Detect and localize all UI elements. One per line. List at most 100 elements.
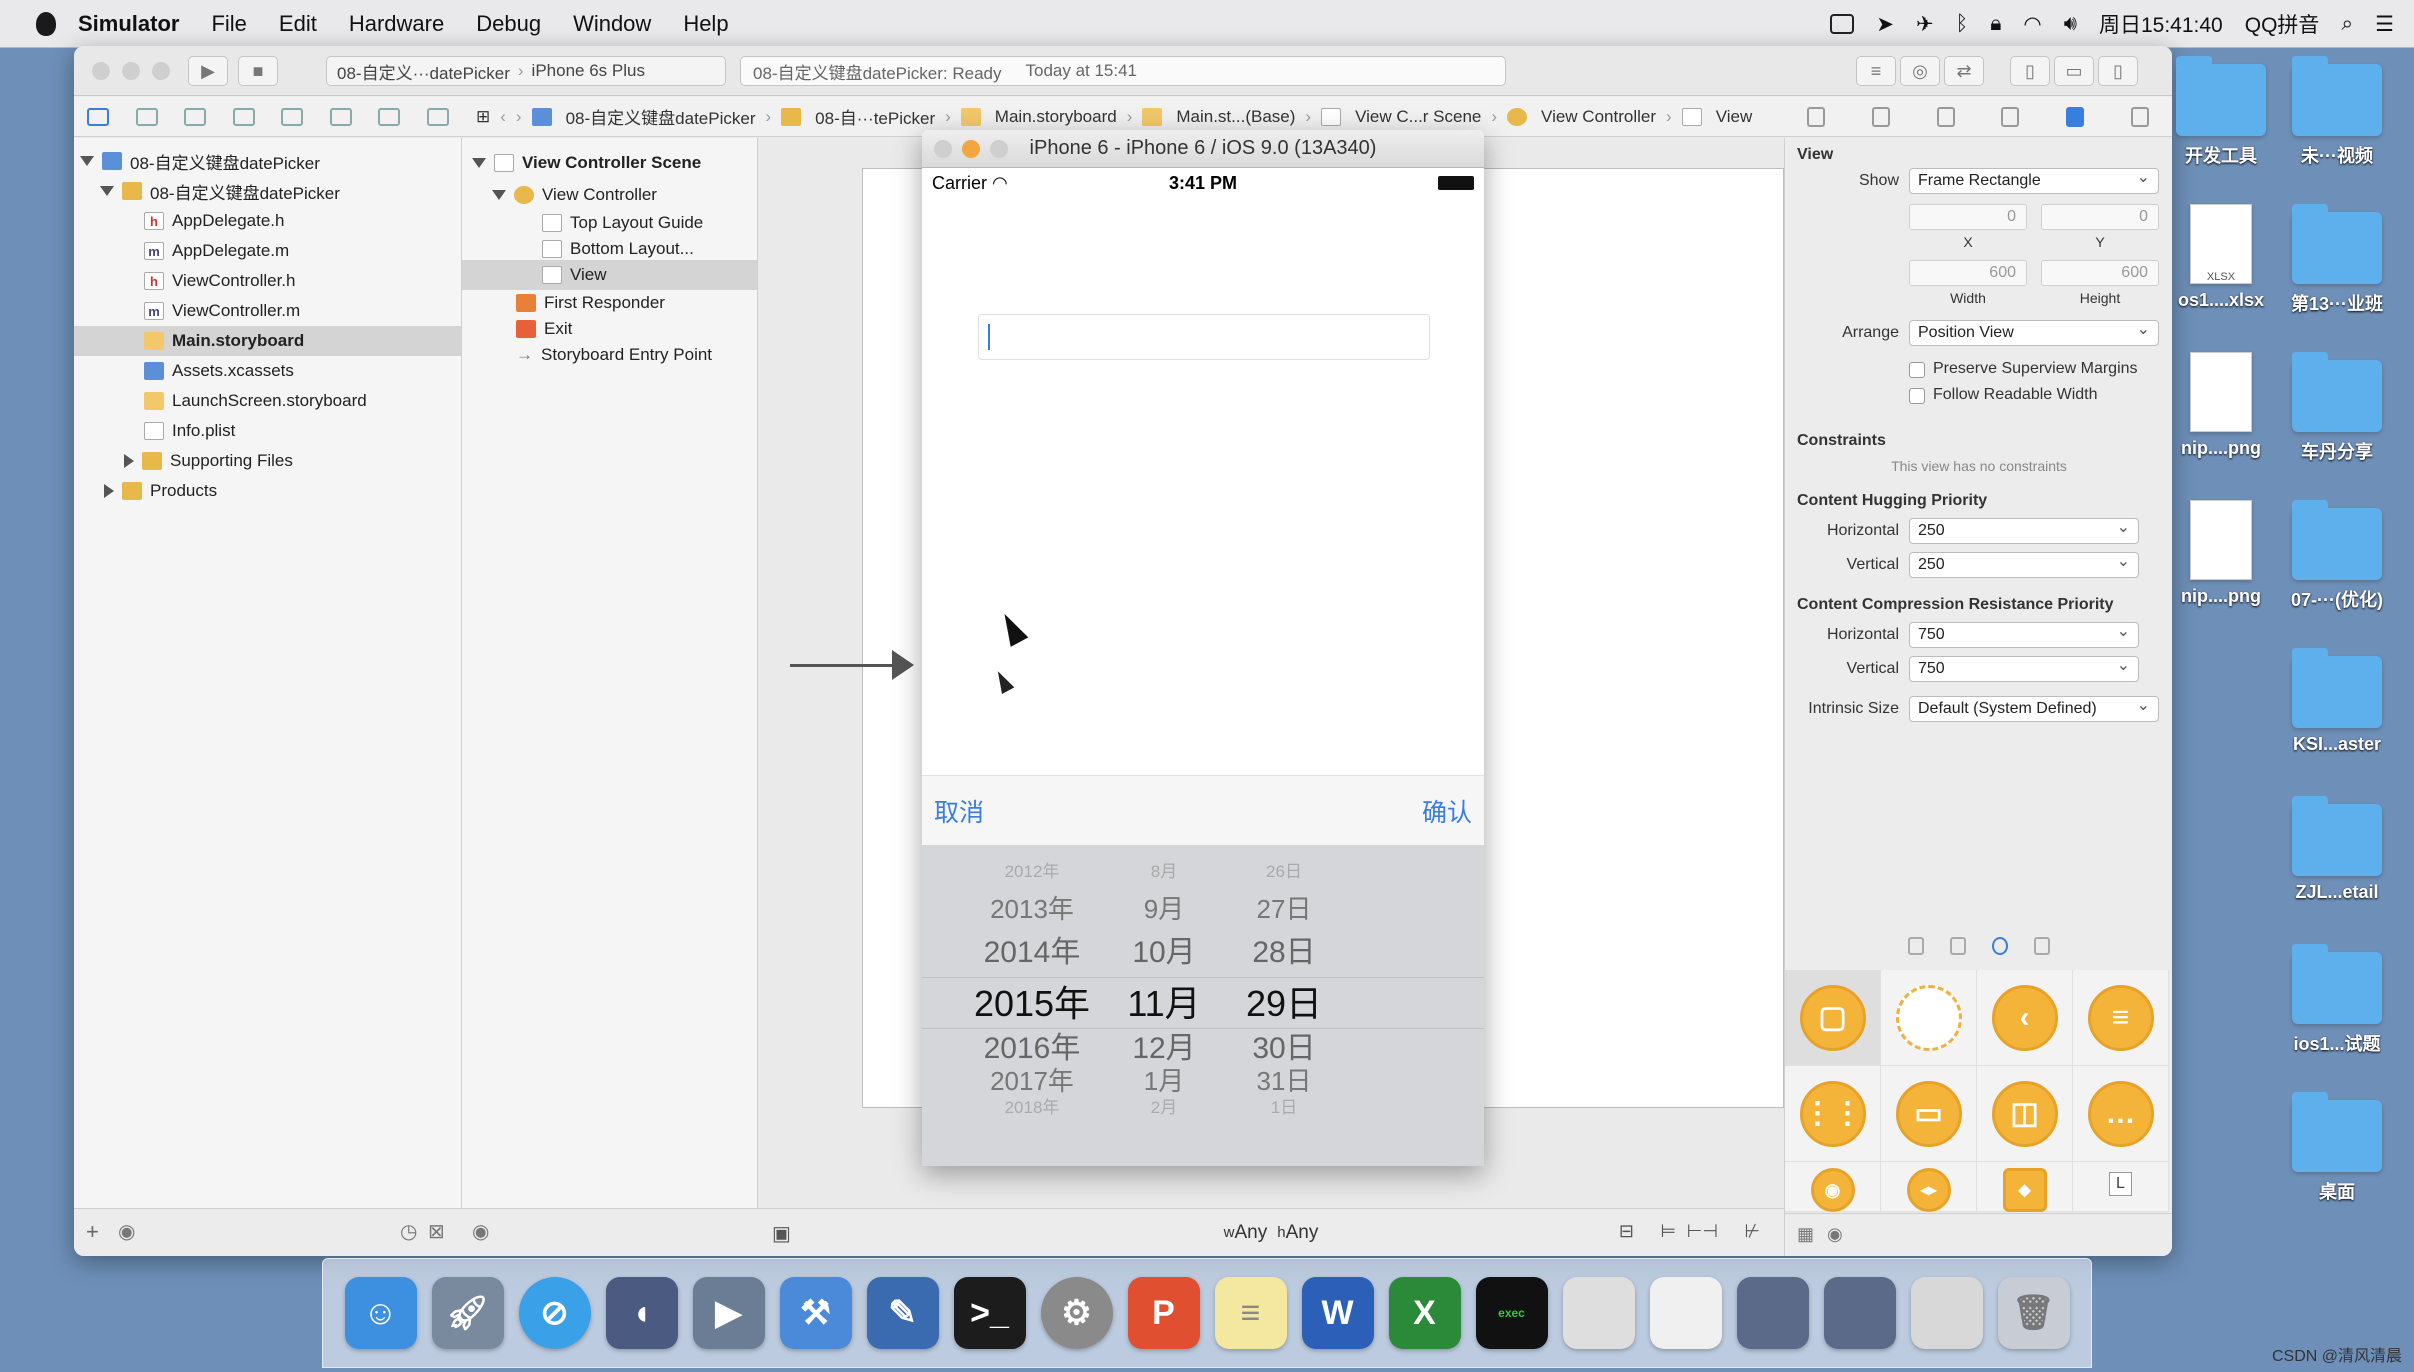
picker-item[interactable]: 2012年 [962, 857, 1102, 882]
version-editor-button[interactable]: ⇄ [1944, 56, 1984, 86]
xcode-icon[interactable]: ⚒ [779, 1277, 852, 1349]
toggle-navigator-button[interactable]: ▯ [2010, 56, 2050, 86]
desktop-folder[interactable]: 桌面 [2272, 1092, 2402, 1204]
desktop-folder[interactable]: ios1...试题 [2272, 944, 2402, 1056]
width-field[interactable]: 600 [1909, 260, 2027, 286]
picker-item[interactable]: 1日 [1226, 1093, 1342, 1118]
breadcrumb-controller[interactable]: View Controller [1507, 107, 1656, 127]
picker-item[interactable]: 27日 [1226, 889, 1342, 926]
hugging-horizontal-popup[interactable]: 250 [1909, 517, 2139, 544]
breadcrumb-storyboard[interactable]: Main.storyboard [960, 107, 1117, 127]
disclosure-closed-icon[interactable] [104, 484, 114, 498]
code-snippet-library-icon[interactable] [1950, 937, 1966, 955]
picker-item-selected[interactable]: 11月 [1106, 975, 1222, 1027]
library-item-page-view-controller[interactable]: … [2073, 1066, 2169, 1162]
tree-row-file[interactable]: h AppDelegate.h [144, 206, 284, 236]
compression-vertical-popup[interactable]: 750 [1909, 655, 2139, 682]
library-item-glkit-view-controller[interactable]: ◉ [1785, 1162, 1881, 1212]
word-icon[interactable]: W [1301, 1277, 1374, 1349]
library-item-label[interactable]: L [2073, 1162, 2169, 1212]
find-navigator-tab-icon[interactable] [184, 107, 207, 126]
x-field[interactable]: 0 [1909, 204, 2027, 230]
file-inspector-tab-icon[interactable] [1807, 106, 1826, 127]
stack-icon[interactable]: ⊟ [1619, 1221, 1634, 1242]
connections-inspector-tab-icon[interactable] [2130, 106, 2149, 127]
outline-view-selected[interactable]: View [462, 260, 757, 290]
tree-row-file[interactable]: m ViewController.m [144, 296, 300, 326]
breadcrumb-base[interactable]: Main.st...(Base) [1142, 107, 1295, 127]
menu-help[interactable]: Help [683, 11, 728, 37]
run-button[interactable]: ▶ [188, 56, 228, 86]
text-document-icon[interactable] [1649, 1277, 1722, 1349]
tree-row-group[interactable]: 08-自定义键盘datePicker [100, 176, 340, 206]
hugging-vertical-popup[interactable]: 250 [1909, 551, 2139, 578]
disclosure-open-icon[interactable] [100, 186, 114, 196]
picker-item[interactable]: 2018年 [962, 1093, 1102, 1118]
screenshot-folder-icon[interactable] [1736, 1277, 1809, 1349]
scheme-selector[interactable]: 08-自定义···datePicker › iPhone 6s Plus [326, 56, 726, 86]
desktop-folder[interactable]: KSI...aster [2272, 648, 2402, 755]
tree-row-file[interactable]: m AppDelegate.m [144, 236, 289, 266]
tree-row-file[interactable]: Info.plist [144, 416, 235, 446]
tree-row-file[interactable]: Assets.xcassets [144, 356, 294, 386]
library-item-object[interactable]: ◆ [1977, 1162, 2073, 1212]
quick-help-tab-icon[interactable] [1871, 106, 1890, 127]
launchpad-icon[interactable]: 🚀︎ [431, 1277, 504, 1349]
forward-icon[interactable]: › [516, 107, 522, 127]
desktop-folder[interactable]: 车丹分享 [2272, 352, 2402, 464]
project-navigator-tab-icon[interactable] [87, 107, 110, 126]
wifi-icon[interactable]: ◠ [2023, 12, 2041, 37]
close-window-button[interactable] [92, 62, 110, 80]
library-item-table-view-controller[interactable]: ≡ [2073, 970, 2169, 1066]
zoom-window-button[interactable] [152, 62, 170, 80]
picker-column-month[interactable]: 8月 9月 10月 11月 12月 1月 2月 [1106, 845, 1222, 1166]
recent-files-icon[interactable]: ◷ [400, 1219, 417, 1244]
notes-icon[interactable]: ≡ [1214, 1277, 1287, 1349]
preview-document-icon[interactable] [1562, 1277, 1635, 1349]
picker-item-selected[interactable]: 29日 [1226, 975, 1342, 1027]
height-field[interactable]: 600 [2041, 260, 2159, 286]
debug-navigator-tab-icon[interactable] [329, 107, 352, 126]
desktop-file[interactable]: XLSX os1....xlsx [2156, 204, 2286, 311]
bluetooth-icon[interactable]: ᛒ [1956, 12, 1969, 36]
safari-icon[interactable]: ⊘ [518, 1277, 591, 1349]
instruments-icon[interactable]: ✎ [866, 1277, 939, 1349]
picker-column-day[interactable]: 26日 27日 28日 29日 30日 31日 1日 [1226, 845, 1342, 1166]
filter-icon[interactable]: ◉ [1827, 1224, 1843, 1245]
filter-icon[interactable]: ◉ [118, 1219, 135, 1244]
tree-row-file[interactable]: h ViewController.h [144, 266, 295, 296]
disclosure-open-icon[interactable] [80, 156, 94, 166]
menu-debug[interactable]: Debug [476, 11, 541, 37]
picker-item[interactable]: 8月 [1106, 857, 1222, 882]
align-icon[interactable]: ⊨ [1660, 1221, 1676, 1242]
downloads-stack-icon[interactable] [1823, 1277, 1896, 1349]
spotlight-search-icon[interactable]: ⌕ [2341, 12, 2353, 36]
menu-edit[interactable]: Edit [279, 11, 317, 37]
picker-item[interactable]: 28日 [1226, 927, 1342, 971]
keynote-icon[interactable]: ▶ [692, 1277, 765, 1349]
standard-editor-button[interactable]: ≡ [1856, 56, 1896, 86]
system-preferences-icon[interactable]: ⚙ [1040, 1277, 1113, 1349]
location-icon[interactable]: ➤ [1876, 12, 1894, 37]
picker-item[interactable]: 26日 [1226, 857, 1342, 882]
date-picker[interactable]: 2012年 2013年 2014年 2015年 2016年 2017年 2018年 8月 9月… [922, 845, 1484, 1166]
excel-icon[interactable]: X [1388, 1277, 1461, 1349]
breadcrumb-group[interactable]: 08-自···tePicker [781, 104, 935, 129]
desktop-folder[interactable]: 07-···(优化) [2272, 500, 2402, 612]
document-stack-icon[interactable] [1910, 1277, 1983, 1349]
library-item-av-player[interactable]: ◂▸ [1881, 1162, 1977, 1212]
tree-row-group[interactable]: Supporting Files [124, 446, 293, 476]
follow-readable-checkbox[interactable] [1909, 388, 1925, 404]
attributes-inspector-tab-icon[interactable] [2001, 106, 2020, 127]
outline-controller[interactable]: View Controller [492, 180, 657, 210]
breadcrumb-project[interactable]: 08-自定义键盘datePicker [531, 104, 755, 129]
toggle-outline-icon[interactable]: ▣ [772, 1221, 791, 1246]
apple-menu-icon[interactable] [36, 11, 56, 36]
file-template-library-icon[interactable] [1908, 937, 1924, 955]
breadcrumb-scene[interactable]: View C...r Scene [1321, 107, 1481, 127]
confirm-button[interactable]: 确认 [1422, 793, 1472, 829]
sim-zoom-button[interactable] [990, 140, 1008, 158]
desktop-folder[interactable]: ZJL...etail [2272, 796, 2402, 903]
assistant-editor-button[interactable]: ◎ [1900, 56, 1940, 86]
lock-icon[interactable]: 🔒︎ [1990, 12, 2001, 36]
